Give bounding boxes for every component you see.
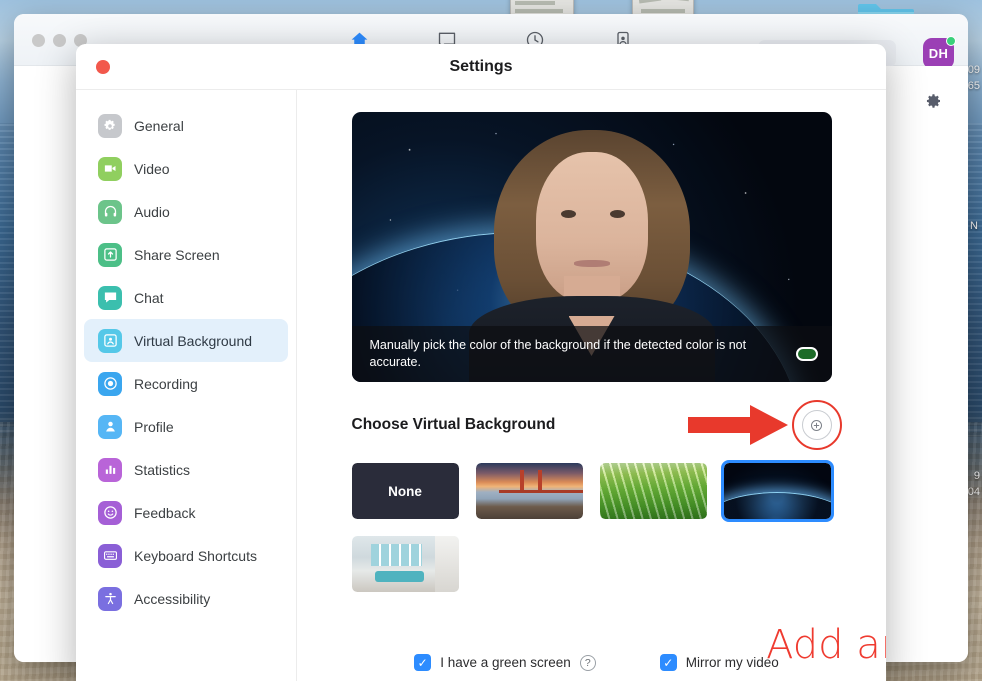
mirror-video-checkbox[interactable]: ✓ [659, 654, 677, 671]
green-screen-checkbox-row[interactable]: ✓ I have a green screen ? [414, 654, 596, 671]
sidebar-item-chat[interactable]: Chat [84, 276, 288, 319]
sidebar-item-label: Share Screen [134, 246, 220, 263]
sidebar-item-accessibility[interactable]: Accessibility [84, 577, 288, 620]
keyboard-icon [98, 543, 122, 568]
background-option-grass[interactable] [597, 460, 710, 522]
person-card-icon [98, 328, 122, 353]
settings-footer: ✓ I have a green screen ? ✓ Mirror my vi… [297, 654, 886, 671]
sidebar-item-recording[interactable]: Recording [84, 362, 288, 405]
settings-dialog: Settings General Video Audio Share Scree… [76, 44, 886, 681]
video-preview: Manually pick the color of the backgroun… [351, 112, 832, 382]
background-option-earth[interactable] [720, 460, 834, 522]
background-option-none[interactable]: None [349, 460, 462, 522]
sidebar-item-label: Keyboard Shortcuts [134, 547, 257, 564]
person-icon [98, 414, 122, 439]
sidebar-item-video[interactable]: Video [84, 147, 288, 190]
smiley-icon [98, 500, 122, 525]
green-screen-label: I have a green screen [440, 655, 571, 670]
sidebar-item-label: Recording [134, 375, 198, 392]
gear-icon[interactable] [923, 90, 945, 112]
sidebar-item-share-screen[interactable]: Share Screen [84, 233, 288, 276]
add-background-button[interactable] [801, 410, 832, 440]
desktop-edge-text: 65 [967, 80, 980, 92]
sidebar-item-audio[interactable]: Audio [84, 190, 288, 233]
video-camera-icon [98, 156, 122, 181]
sidebar-item-label: Virtual Background [134, 332, 253, 349]
sidebar-item-label: Chat [134, 289, 164, 306]
green-screen-checkbox[interactable]: ✓ [414, 654, 432, 671]
sidebar-item-virtual-background[interactable]: Virtual Background [84, 319, 288, 362]
upload-arrow-icon [98, 242, 122, 267]
detected-background-color-swatch[interactable] [795, 347, 818, 361]
preview-caption: Manually pick the color of the backgroun… [351, 326, 832, 382]
section-title: Choose Virtual Background [351, 416, 556, 433]
thumbnail-label: None [388, 483, 422, 499]
sidebar-item-label: Profile [134, 418, 174, 435]
avatar[interactable]: DH [923, 36, 956, 69]
chat-bubble-icon [98, 285, 122, 310]
sidebar-item-label: Video [134, 160, 170, 177]
bar-chart-icon [98, 457, 122, 482]
virtual-background-panel: Manually pick the color of the backgroun… [297, 90, 886, 681]
sidebar-item-label: Accessibility [134, 590, 211, 607]
desktop-edge-text: N [970, 220, 978, 232]
question-mark-icon[interactable]: ? [579, 654, 596, 671]
mirror-video-label: Mirror my video [685, 655, 779, 670]
record-circle-icon [98, 371, 122, 396]
presence-status-dot [946, 36, 956, 46]
sidebar-item-keyboard-shortcuts[interactable]: Keyboard Shortcuts [84, 534, 288, 577]
settings-content: General Video Audio Share Screen Chat Vi… [76, 90, 886, 681]
background-option-living-room[interactable] [349, 533, 462, 595]
desktop-edge-text: 09 [967, 64, 980, 76]
accessibility-icon [98, 586, 122, 611]
sidebar-item-label: Audio [134, 203, 170, 220]
sidebar-item-label: General [134, 117, 184, 134]
gear-icon [98, 113, 122, 138]
sidebar-item-label: Feedback [134, 504, 196, 521]
plus-circle-icon [811, 419, 822, 431]
avatar-initials: DH [928, 46, 949, 61]
background-option-bridge[interactable] [473, 460, 586, 522]
headphones-icon [98, 199, 122, 224]
settings-sidebar: General Video Audio Share Screen Chat Vi… [76, 90, 297, 681]
sidebar-item-statistics[interactable]: Statistics [84, 448, 288, 491]
red-arrow-annotation [687, 405, 788, 445]
background-thumbnail-grid: None [349, 460, 835, 595]
sidebar-item-general[interactable]: General [84, 104, 288, 147]
desktop-edge-text: 04 [967, 486, 980, 498]
page-title: Settings [449, 58, 513, 75]
annotation-text: Add any image you want [766, 622, 886, 668]
mirror-video-checkbox-row[interactable]: ✓ Mirror my video [659, 654, 779, 671]
desktop-edge-text: 9 [973, 470, 980, 482]
settings-titlebar: Settings [76, 44, 886, 90]
preview-caption-text: Manually pick the color of the backgroun… [369, 338, 747, 369]
sidebar-item-profile[interactable]: Profile [84, 405, 288, 448]
sidebar-item-label: Statistics [134, 461, 191, 478]
choose-background-header: Choose Virtual Background [351, 400, 842, 450]
sidebar-item-feedback[interactable]: Feedback [84, 491, 288, 534]
